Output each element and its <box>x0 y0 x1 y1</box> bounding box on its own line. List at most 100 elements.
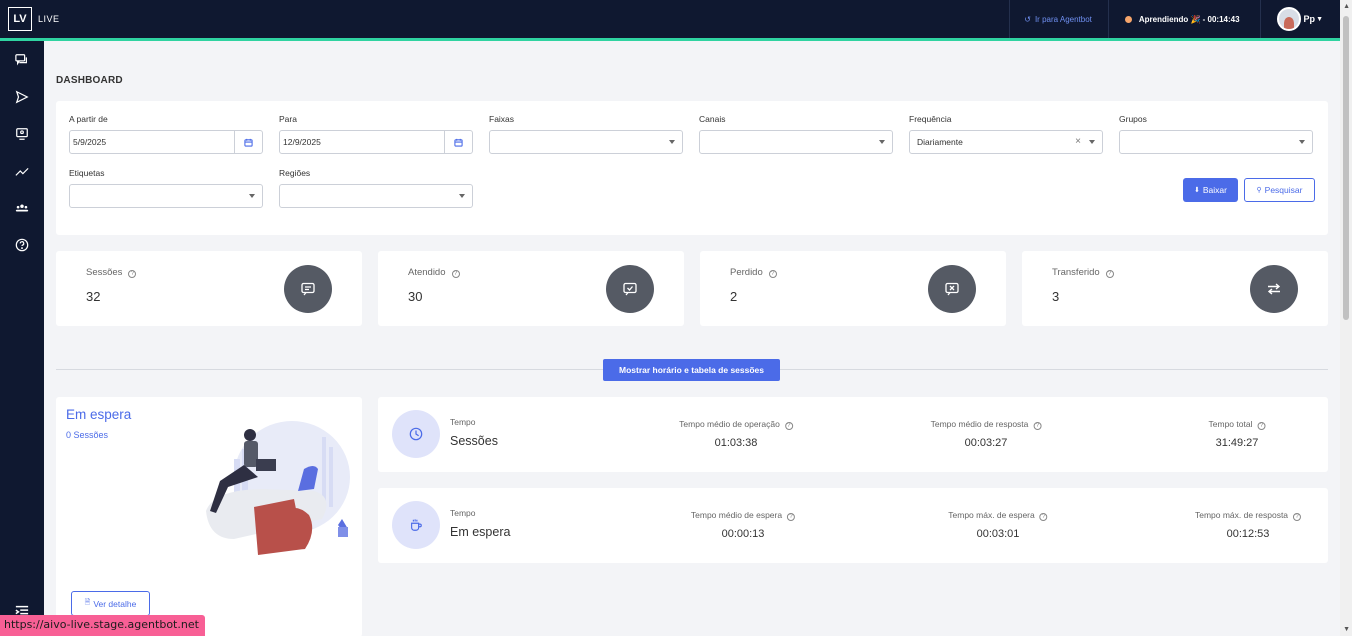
metric-value: 31:49:27 <box>1215 437 1259 449</box>
help-icon[interactable]: ? <box>1039 513 1048 521</box>
metric-name: Em espera <box>450 525 511 539</box>
top-bar: LV LIVE ↺ Ir para Agentbot Aprendiendo 🎉… <box>0 0 1340 38</box>
frequencia-select[interactable]: Diariamente × <box>909 130 1103 154</box>
chevron-down-icon <box>249 194 255 198</box>
agentbot-link[interactable]: ↺ Ir para Agentbot <box>1009 0 1108 38</box>
stat-value: 30 <box>408 289 423 304</box>
help-icon[interactable]: ? <box>768 270 777 278</box>
metric-label: Tempo médio de espera <box>690 510 783 520</box>
chevron-down-icon <box>1089 140 1095 144</box>
help-icon[interactable]: ? <box>451 270 460 278</box>
metric-label: Tempo médio de operação <box>679 419 780 429</box>
from-date-input[interactable]: 5/9/2025 <box>70 130 236 154</box>
chevron-down-icon: ▼ <box>1316 15 1323 23</box>
to-date-input[interactable]: 12/9/2025 <box>280 130 446 154</box>
metric-name: Sessões <box>450 434 498 448</box>
metric-col: Tempo máx. de espera? 00:03:01 <box>948 510 1048 540</box>
download-button[interactable]: ⬇ Baixar <box>1183 178 1238 202</box>
status-text: Aprendiendo 🎉 - 00:14:43 <box>1138 14 1240 24</box>
help-icon[interactable]: ? <box>784 422 793 430</box>
search-button[interactable]: ⚲ Pesquisar <box>1244 178 1315 202</box>
scroll-thumb[interactable] <box>1343 16 1349 320</box>
stat-label-wrap: Sessões? <box>86 267 137 278</box>
metric-col: Tempo total? 31:49:27 <box>1209 419 1266 449</box>
chevron-down-icon <box>1299 140 1305 144</box>
frequencia-field: Frequência Diariamente × <box>909 114 1103 154</box>
scroll-down-icon[interactable]: ▼ <box>1343 626 1350 633</box>
show-schedule-table-button[interactable]: Mostrar horário e tabela de sessões <box>603 359 780 381</box>
trend-chart-icon <box>15 167 29 176</box>
faixas-field: Faixas <box>489 114 683 154</box>
external-link-icon: ↺ <box>1024 14 1031 24</box>
main-content: DASHBOARD A partir de 5/9/2025 Para 12/9… <box>44 41 1340 636</box>
sidebar-item-team[interactable] <box>0 189 44 226</box>
scroll-up-icon[interactable]: ▲ <box>1343 3 1350 10</box>
chat-icon <box>284 265 332 313</box>
search-label: Pesquisar <box>1264 185 1303 195</box>
faixas-label: Faixas <box>489 114 515 124</box>
grupos-select[interactable] <box>1119 130 1313 154</box>
chevron-down-icon <box>459 194 465 198</box>
document-icon: 🗎 <box>84 599 91 606</box>
help-icon[interactable]: ? <box>1293 513 1302 521</box>
team-icon <box>15 204 29 211</box>
frequencia-label: Frequência <box>909 114 952 124</box>
metric-col: Tempo médio de resposta? 00:03:27 <box>931 419 1042 449</box>
stat-label: Transferido <box>1052 267 1100 278</box>
sidebar-item-chats[interactable] <box>0 41 44 78</box>
view-detail-button[interactable]: 🗎 Ver detalhe <box>71 591 150 616</box>
filters-panel: A partir de 5/9/2025 Para 12/9/2025 Faix… <box>56 101 1328 235</box>
view-detail-label: Ver detalhe <box>93 598 137 609</box>
metric-row-waiting: Tempo Em espera Tempo médio de espera? 0… <box>378 488 1328 563</box>
metric-col: Tempo máx. de resposta? 00:12:53 <box>1194 510 1302 540</box>
logo[interactable]: LV <box>8 7 32 31</box>
regioes-field: Regiões <box>279 168 473 208</box>
help-icon[interactable]: ? <box>1105 270 1114 278</box>
canais-field: Canais <box>699 114 893 154</box>
canais-select[interactable] <box>699 130 893 154</box>
clear-icon[interactable]: × <box>1075 136 1081 147</box>
faixas-select[interactable] <box>489 130 683 154</box>
page-scrollbar[interactable]: ▲ ▼ <box>1340 0 1352 636</box>
user-menu[interactable]: Pp ▼ <box>1261 0 1340 38</box>
metric-label: Tempo médio de resposta <box>930 419 1029 429</box>
metric-tempo-label: Tempo <box>450 417 476 427</box>
stat-card-atendido: Atendido? 30 <box>378 251 684 326</box>
avatar <box>1276 7 1301 31</box>
agentbot-link-label: Ir para Agentbot <box>1034 14 1092 24</box>
help-icon[interactable]: ? <box>787 513 796 521</box>
sidebar-item-monitor[interactable] <box>0 115 44 152</box>
metric-value: 00:12:53 <box>1226 528 1270 540</box>
metric-col: Tempo médio de espera? 00:00:13 <box>690 510 796 540</box>
sidebar <box>0 41 44 636</box>
chats-icon <box>15 53 27 66</box>
calendar-icon[interactable] <box>445 130 472 154</box>
chat-x-icon <box>928 265 976 313</box>
grupos-field: Grupos <box>1119 114 1313 154</box>
search-icon: ⚲ <box>1256 187 1262 194</box>
help-icon[interactable]: ? <box>1257 422 1266 430</box>
sidebar-item-send[interactable] <box>0 78 44 115</box>
agent-status[interactable]: Aprendiendo 🎉 - 00:14:43 <box>1107 0 1261 38</box>
link-status-url: https://aivo-live.stage.agentbot.net <box>0 615 205 636</box>
from-date-field: A partir de 5/9/2025 <box>69 114 263 154</box>
sidebar-item-help[interactable] <box>0 226 44 263</box>
stat-label-wrap: Perdido? <box>730 267 777 278</box>
metric-label: Tempo máx. de espera <box>948 510 1035 520</box>
etiquetas-field: Etiquetas <box>69 168 263 208</box>
to-date-field: Para 12/9/2025 <box>279 114 473 154</box>
chevron-down-icon <box>879 140 885 144</box>
chevron-down-icon <box>669 140 675 144</box>
stat-value: 2 <box>730 289 738 304</box>
calendar-icon[interactable] <box>235 130 262 154</box>
etiquetas-select[interactable] <box>69 184 263 208</box>
help-icon <box>15 238 29 251</box>
help-icon[interactable]: ? <box>128 270 137 278</box>
waiting-title: Em espera <box>66 407 132 422</box>
metric-label: Tempo máx. de resposta <box>1194 510 1289 520</box>
download-icon: ⬇ <box>1194 187 1200 194</box>
sidebar-item-dashboard[interactable] <box>0 152 44 189</box>
regioes-select[interactable] <box>279 184 473 208</box>
to-date-label: Para <box>279 114 297 124</box>
help-icon[interactable]: ? <box>1033 422 1042 430</box>
